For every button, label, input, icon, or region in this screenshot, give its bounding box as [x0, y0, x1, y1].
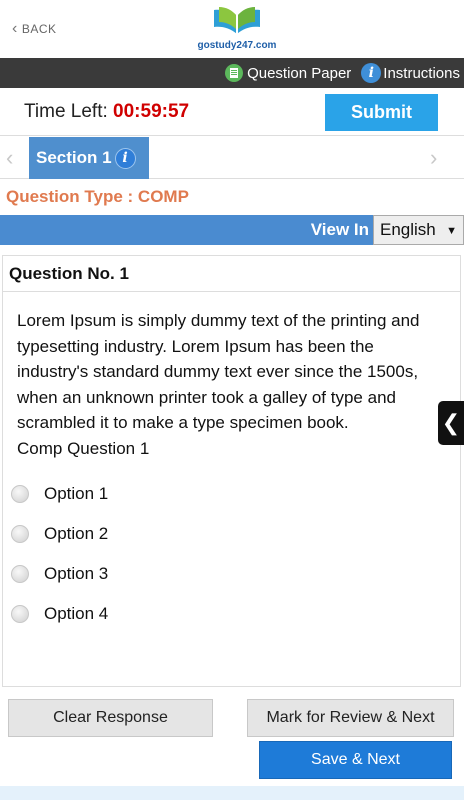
question-number: Question No. 1	[3, 256, 460, 292]
logo: gostudy247.com	[185, 4, 289, 56]
option-label: Option 3	[44, 564, 109, 584]
question-panel: Question No. 1 Lorem Ipsum is simply dum…	[2, 255, 461, 687]
time-left-label: Time Left:	[24, 101, 108, 122]
save-and-next-button[interactable]: Save & Next	[259, 741, 452, 779]
submit-button[interactable]: Submit	[325, 94, 438, 131]
chevron-left-icon[interactable]: ‹	[6, 145, 13, 171]
question-paper-button[interactable]: Question Paper	[225, 64, 351, 82]
question-type: Question Type : COMP	[6, 187, 189, 206]
chevron-left-icon: ‹	[12, 20, 18, 37]
info-icon: i	[361, 63, 382, 83]
logo-text: gostudy247.com	[197, 40, 277, 51]
chevron-right-icon[interactable]: ›	[430, 145, 437, 171]
exam-toolbar: Question Paper i Instructions	[0, 58, 464, 88]
app-header: ‹ BACK gostudy247.com	[0, 0, 464, 58]
language-select[interactable]: English ▼	[373, 215, 464, 245]
option-1[interactable]: Option 1	[11, 474, 446, 514]
view-in-bar: View In English ▼	[0, 215, 464, 245]
clear-response-button[interactable]: Clear Response	[8, 699, 213, 737]
option-label: Option 4	[44, 604, 109, 624]
caret-down-icon: ▼	[446, 225, 457, 237]
chevron-left-icon: ❮	[441, 410, 461, 435]
language-selected-value: English	[380, 220, 436, 239]
radio-button[interactable]	[11, 605, 29, 623]
section-tab-label: Section 1	[36, 148, 112, 167]
instructions-button[interactable]: i Instructions	[361, 63, 460, 83]
option-3[interactable]: Option 3	[11, 554, 446, 594]
back-label: BACK	[21, 22, 57, 36]
panel-toggle-button[interactable]: ❮	[438, 401, 464, 445]
question-prompt: Comp Question 1	[17, 438, 150, 458]
bottom-strip	[0, 786, 464, 800]
question-body: Lorem Ipsum is simply dummy text of the …	[3, 292, 460, 634]
time-left-value: 00:59:57	[113, 101, 190, 122]
option-label: Option 1	[44, 484, 109, 504]
info-icon[interactable]: i	[114, 147, 136, 169]
radio-button[interactable]	[11, 485, 29, 503]
view-in-label: View In	[310, 220, 369, 239]
option-label: Option 2	[44, 524, 109, 544]
mark-for-review-button[interactable]: Mark for Review & Next	[247, 699, 454, 737]
option-2[interactable]: Option 2	[11, 514, 446, 554]
question-passage: Lorem Ipsum is simply dummy text of the …	[17, 311, 420, 432]
tab-section-1[interactable]: Section 1 i	[29, 137, 149, 179]
time-left: Time Left: 00:59:57	[24, 101, 189, 123]
back-button[interactable]: ‹ BACK	[12, 20, 57, 37]
options-list: Option 1 Option 2 Option 3 Option 4	[11, 474, 446, 634]
book-logo-icon	[214, 7, 260, 34]
instructions-label: Instructions	[383, 64, 460, 82]
question-paper-label: Question Paper	[247, 64, 352, 82]
radio-button[interactable]	[11, 565, 29, 583]
document-icon	[225, 64, 244, 82]
radio-button[interactable]	[11, 525, 29, 543]
section-bar: ‹ Section 1 i ›	[0, 137, 464, 179]
option-4[interactable]: Option 4	[11, 594, 446, 634]
